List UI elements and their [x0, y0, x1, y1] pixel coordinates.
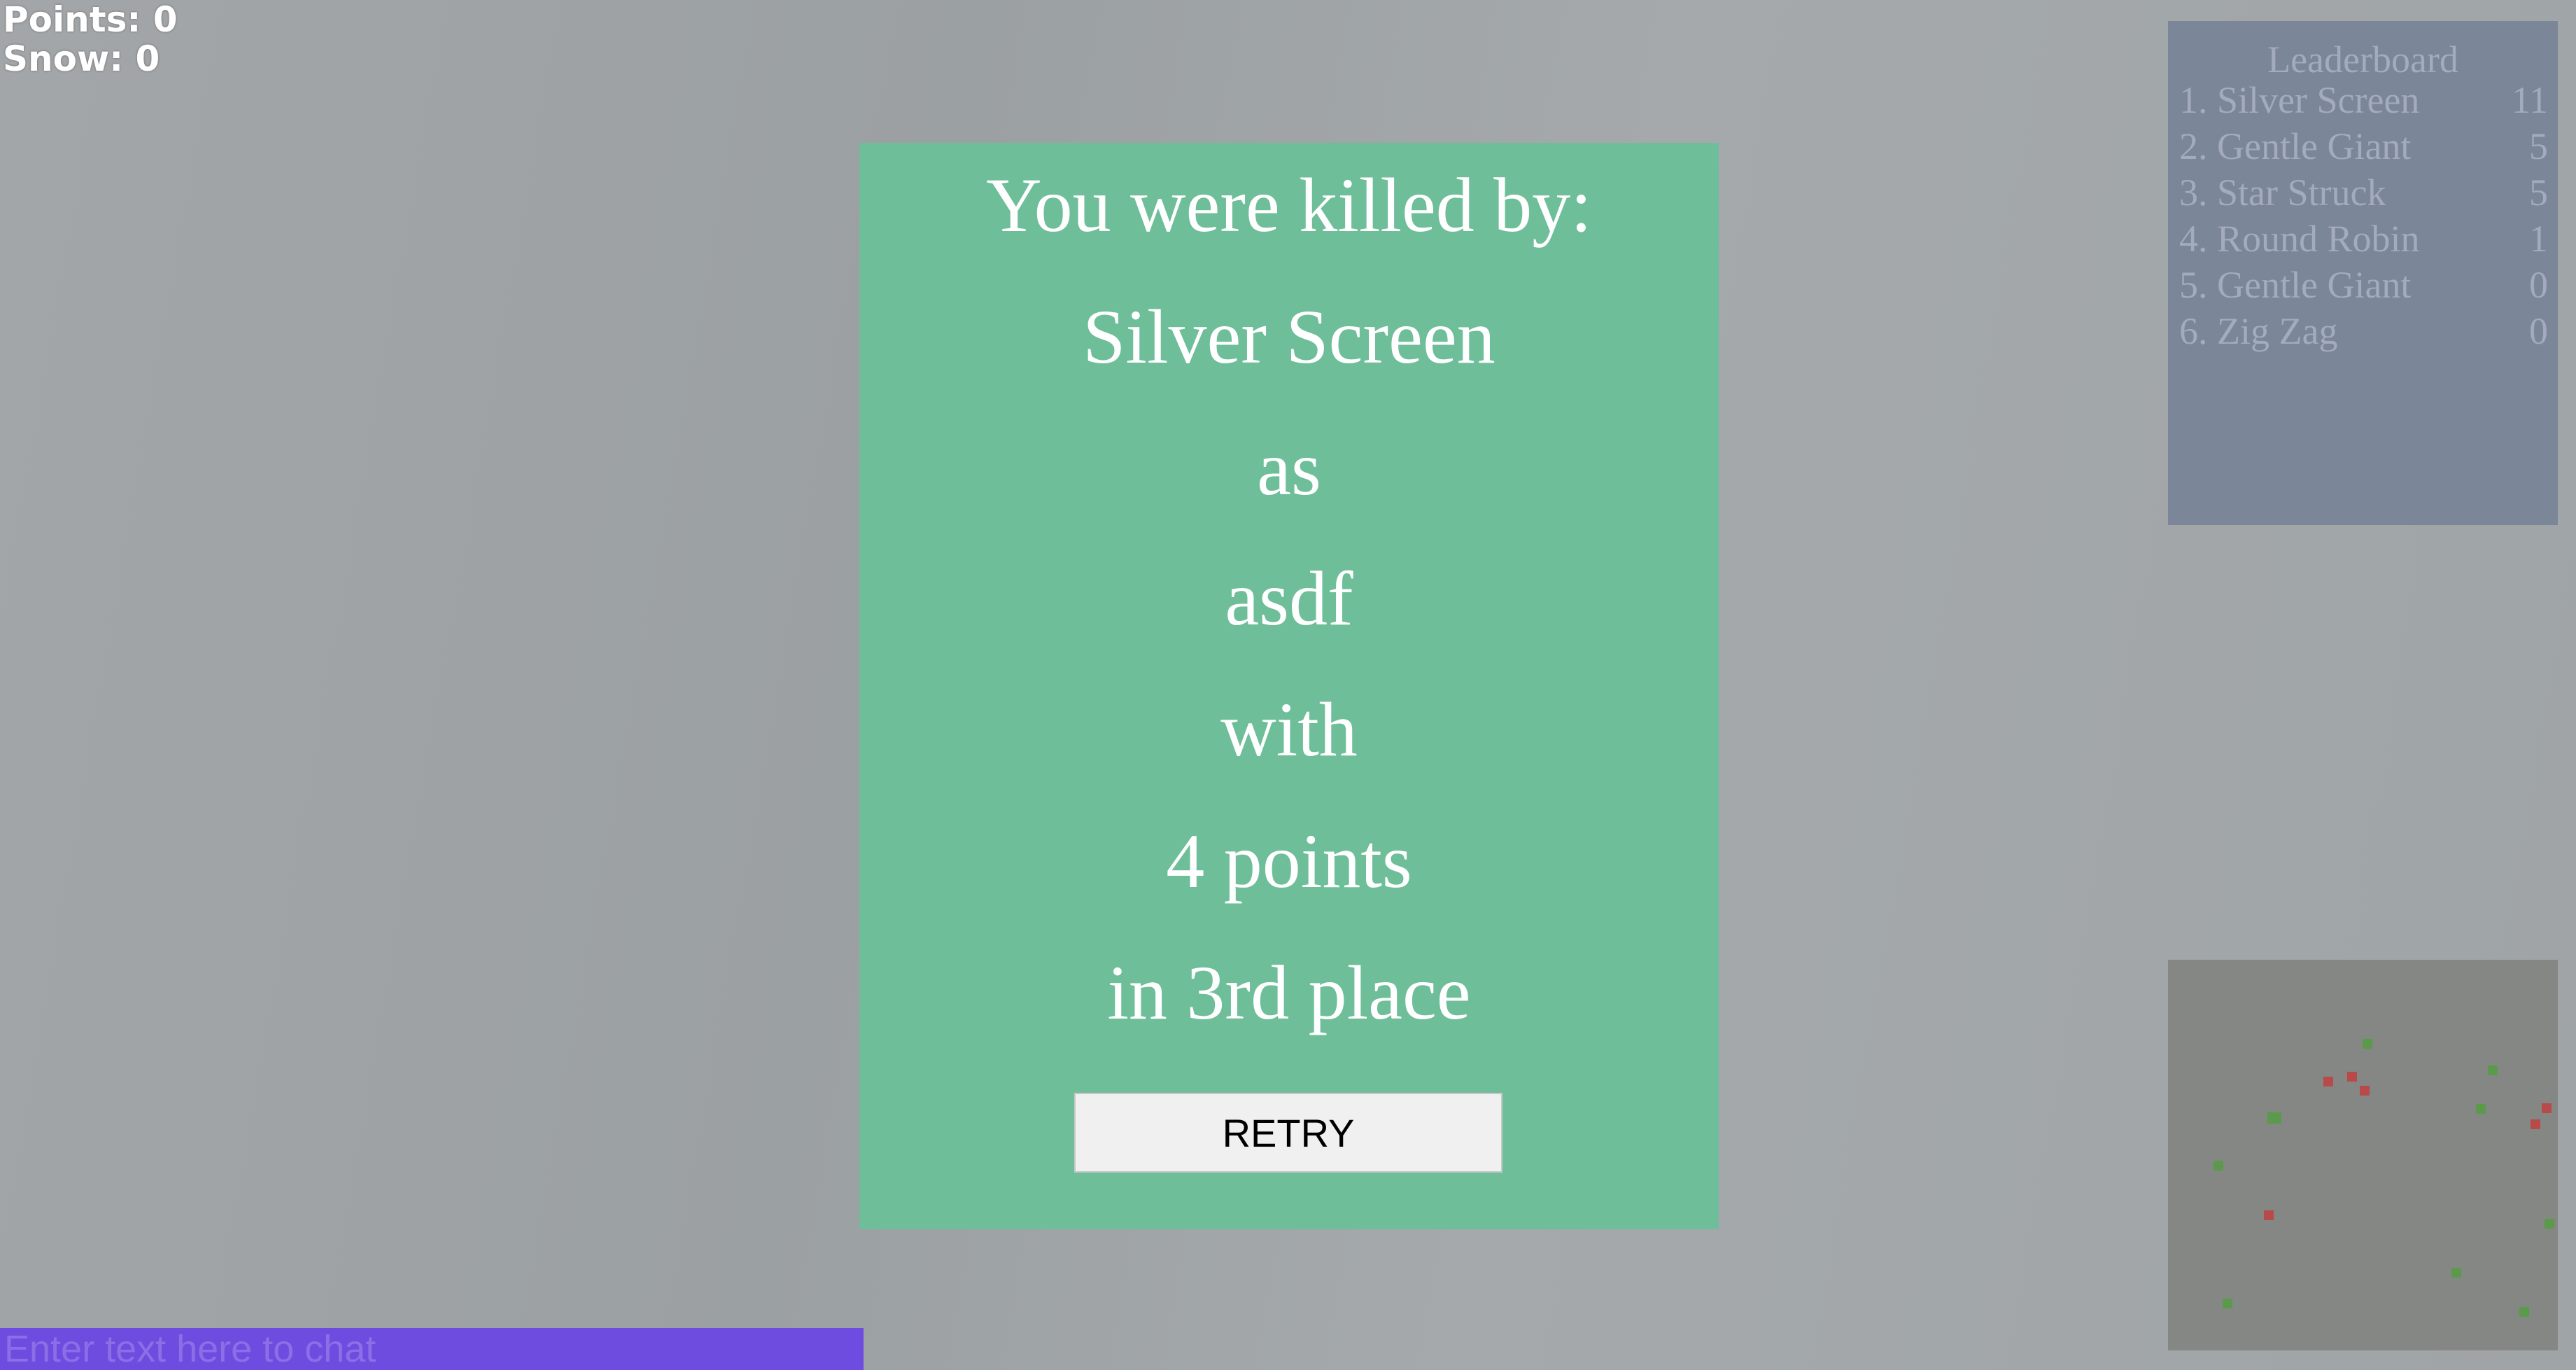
minimap-food-dot	[2223, 1299, 2232, 1308]
minimap-player-dot	[2264, 1210, 2274, 1220]
minimap-food-dot	[2488, 1065, 2498, 1075]
retry-button[interactable]: RETRY	[1074, 1093, 1502, 1173]
chat-input[interactable]	[0, 1328, 864, 1370]
leaderboard-row: 6. Zig Zag 0	[2168, 308, 2558, 354]
killer-name: Silver Screen	[1083, 294, 1495, 379]
leaderboard-player: 3. Star Struck	[2179, 172, 2386, 214]
minimap-food-dot	[2267, 1112, 2281, 1124]
leaderboard-title: Leaderboard	[2267, 39, 2458, 81]
leaderboard-row: 3. Star Struck 5	[2168, 169, 2558, 216]
leaderboard-row: 5. Gentle Giant 0	[2168, 262, 2558, 308]
killed-by-heading: You were killed by:	[986, 162, 1592, 248]
leaderboard-score: 0	[2529, 264, 2548, 306]
with-label: with	[1220, 687, 1358, 772]
leaderboard-player: 2. Gentle Giant	[2179, 125, 2412, 167]
minimap-food-dot	[2213, 1161, 2223, 1170]
leaderboard-score: 1	[2529, 218, 2548, 260]
leaderboard-player: 1. Silver Screen	[2179, 79, 2420, 121]
final-points: 4 points	[1166, 818, 1412, 904]
leaderboard-row: 1. Silver Screen 11	[2168, 77, 2558, 123]
minimap-player-dot	[2542, 1103, 2552, 1113]
leaderboard-player: 6. Zig Zag	[2179, 310, 2338, 352]
minimap-player-dot	[2360, 1086, 2370, 1096]
player-name: asdf	[1225, 556, 1353, 641]
leaderboard-score: 5	[2529, 125, 2548, 167]
minimap-food-dot	[2519, 1307, 2529, 1317]
leaderboard-player: 4. Round Robin	[2179, 218, 2420, 260]
minimap-food-dot	[2451, 1268, 2461, 1278]
minimap-canvas	[2213, 1039, 2554, 1317]
leaderboard-score: 11	[2512, 79, 2548, 121]
leaderboard-player: 5. Gentle Giant	[2179, 264, 2412, 306]
as-label: as	[1257, 426, 1321, 511]
minimap	[2168, 960, 2558, 1350]
death-panel: You were killed by: Silver Screen as asd…	[859, 143, 1719, 1229]
leaderboard-row: 4. Round Robin 1	[2168, 216, 2558, 262]
minimap-food-dot	[2363, 1039, 2372, 1049]
minimap-player-dot	[2323, 1077, 2333, 1086]
minimap-food-dot	[2545, 1219, 2554, 1229]
leaderboard: Leaderboard 1. Silver Screen 11 2. Gentl…	[2168, 21, 2558, 525]
leaderboard-score: 5	[2529, 172, 2548, 214]
minimap-player-dot	[2531, 1119, 2540, 1129]
leaderboard-score: 0	[2529, 310, 2548, 352]
minimap-food-dot	[2476, 1104, 2486, 1114]
final-place: in 3rd place	[1107, 950, 1471, 1035]
minimap-player-dot	[2347, 1072, 2357, 1082]
hud-stats: Points: 0 Snow: 0	[3, 0, 178, 78]
snow-counter: Snow: 0	[3, 39, 160, 79]
points-counter: Points: 0	[3, 0, 178, 40]
leaderboard-row: 2. Gentle Giant 5	[2168, 123, 2558, 169]
